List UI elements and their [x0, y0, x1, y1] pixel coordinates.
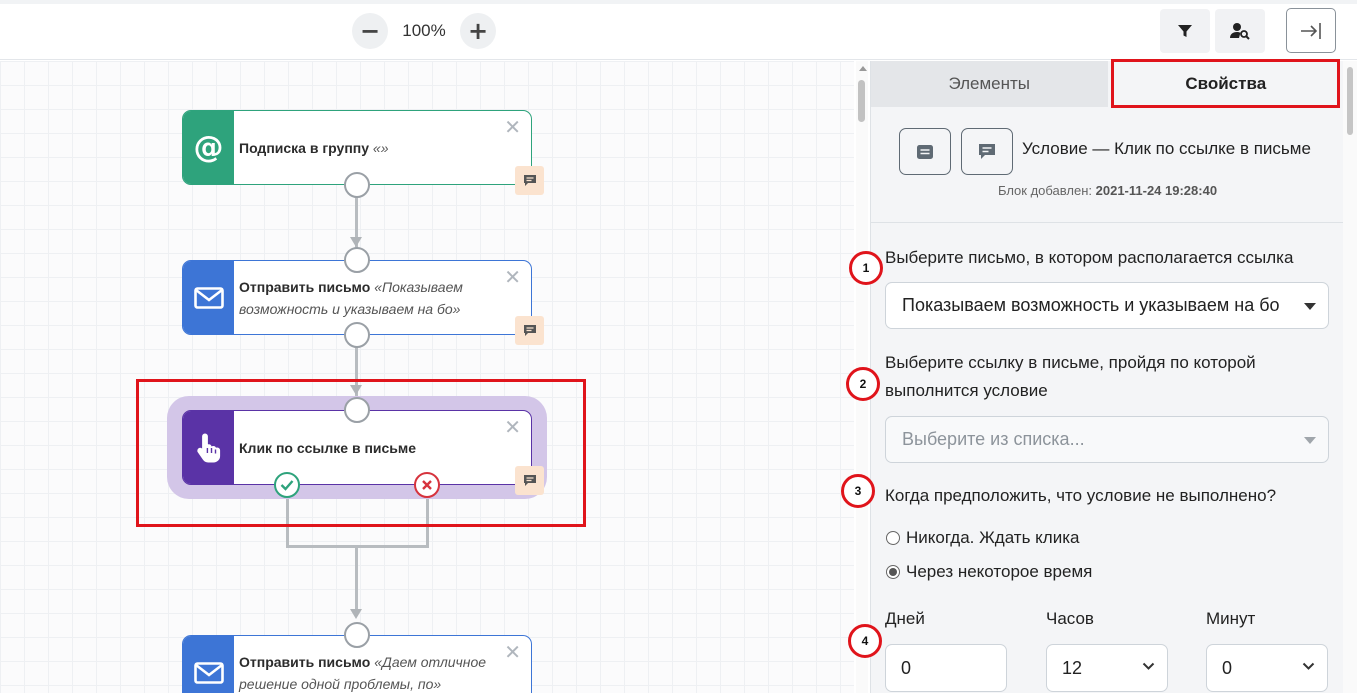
zoom-in-button[interactable]: +: [460, 13, 496, 49]
node-title: Отправить письмо: [239, 653, 371, 670]
panel-divider: [871, 222, 1344, 223]
filter-icon: [1178, 25, 1192, 37]
node-text: Подписка в группу «»: [239, 111, 501, 184]
panel-scroll-thumb[interactable]: [1347, 67, 1353, 135]
node-icon-area: @: [183, 111, 234, 184]
block-added-label: Блок добавлен:: [997, 183, 1092, 198]
radio-after-time[interactable]: Через некоторое время: [886, 562, 1092, 582]
step-marker-2: 2: [846, 367, 880, 401]
close-icon[interactable]: ✕: [504, 642, 521, 662]
comment-icon: [523, 175, 536, 186]
node-subtitle: «»: [372, 139, 389, 156]
minutes-label: Минут: [1206, 609, 1256, 628]
comment-icon: [523, 325, 536, 336]
chevron-down-icon: [1142, 662, 1155, 670]
tab-elements[interactable]: Элементы: [871, 61, 1108, 107]
radio-after-time-circle[interactable]: [886, 565, 900, 579]
connector-line: [355, 547, 358, 612]
link-select-label-line1: Выберите ссылку в письме, пройдя по кото…: [885, 353, 1256, 372]
link-select-placeholder: Выберите из списка...: [902, 429, 1085, 449]
user-search-icon: [1230, 23, 1250, 40]
letter-select[interactable]: Показываем возможность и указываем на бо: [885, 282, 1329, 329]
node-text: Отправить письмо «Показываем возможность…: [239, 261, 501, 334]
node-input-port[interactable]: [344, 622, 370, 648]
node-output-port[interactable]: [344, 172, 370, 198]
connector-arrow: [350, 609, 362, 619]
node-title: Отправить письмо: [239, 278, 371, 295]
caret-down-icon: [1304, 437, 1316, 444]
envelope-icon: [193, 286, 224, 309]
letter-select-label: Выберите письмо, в котором располагается…: [885, 248, 1294, 267]
days-input[interactable]: 0: [885, 644, 1007, 692]
block-added-info: Блок добавлен: 2021-11-24 19:28:40: [871, 183, 1344, 198]
zoom-controls: − 100% +: [352, 12, 496, 50]
condition-timeout-label: Когда предположить, что условие не выпол…: [885, 486, 1277, 505]
note-icon: [917, 144, 933, 159]
link-select[interactable]: Выберите из списка...: [885, 416, 1329, 463]
minutes-select[interactable]: 0: [1206, 644, 1328, 692]
close-icon[interactable]: ✕: [504, 267, 521, 287]
hours-label: Часов: [1046, 609, 1094, 628]
radio-never-label: Никогда. Ждать клика: [906, 528, 1080, 547]
exit-editor-button[interactable]: [1286, 8, 1336, 53]
link-select-label: Выберите ссылку в письме, пройдя по кото…: [885, 349, 1256, 405]
node-icon-area: [183, 261, 234, 334]
minutes-value: 0: [1222, 657, 1233, 678]
scroll-up-arrow[interactable]: [859, 66, 867, 71]
letter-select-value: Показываем возможность и указываем на бо: [902, 295, 1280, 315]
step-marker-1: 1: [849, 251, 883, 285]
node-title: Подписка в группу: [239, 139, 370, 156]
flow-canvas[interactable]: @ Подписка в группу «» ✕ Отправить письм…: [0, 61, 854, 693]
radio-never[interactable]: Никогда. Ждать клика: [886, 528, 1080, 548]
connector-arrow: [350, 237, 362, 247]
hours-select[interactable]: 12: [1046, 644, 1168, 692]
block-comment-button[interactable]: [961, 128, 1013, 175]
at-sign-icon: @: [193, 130, 224, 165]
node-text: Отправить письмо «Даем отличное решение …: [239, 636, 501, 693]
top-toolbar: − 100% +: [0, 0, 1357, 60]
radio-after-time-label: Через некоторое время: [906, 562, 1093, 581]
panel-scrollbar[interactable]: [1343, 61, 1357, 693]
block-title: Условие — Клик по ссылке в письме: [1022, 139, 1311, 158]
filter-button[interactable]: [1160, 9, 1210, 53]
block-description-button[interactable]: [899, 128, 951, 175]
days-label: Дней: [885, 609, 925, 628]
zoom-out-button[interactable]: −: [352, 13, 388, 49]
hours-value: 12: [1062, 657, 1083, 678]
comment-icon: [979, 143, 995, 159]
link-select-label-line2: выполнится условие: [885, 381, 1048, 400]
close-icon[interactable]: ✕: [504, 117, 521, 137]
node-icon-area: [183, 636, 234, 693]
step-marker-3: 3: [841, 474, 875, 508]
node-output-port[interactable]: [344, 322, 370, 348]
annotation-red-box: [136, 379, 586, 527]
days-value: 0: [901, 657, 912, 678]
comment-button[interactable]: [515, 166, 544, 195]
annotation-red-box: [1111, 59, 1340, 108]
envelope-icon: [193, 661, 224, 684]
user-search-button[interactable]: [1215, 9, 1265, 53]
caret-down-icon: [1304, 303, 1316, 310]
node-input-port[interactable]: [344, 247, 370, 273]
block-added-date: 2021-11-24 19:28:40: [1095, 183, 1218, 198]
step-marker-4: 4: [848, 624, 882, 658]
arrow-to-right-icon: [1301, 22, 1321, 39]
properties-panel: Элементы Свойства Условие — Клик по ссыл…: [870, 59, 1344, 693]
zoom-level: 100%: [402, 21, 446, 40]
chevron-down-icon: [1302, 662, 1315, 670]
comment-button[interactable]: [515, 316, 544, 345]
canvas-scroll-thumb[interactable]: [858, 80, 865, 122]
radio-never-circle[interactable]: [886, 531, 900, 545]
